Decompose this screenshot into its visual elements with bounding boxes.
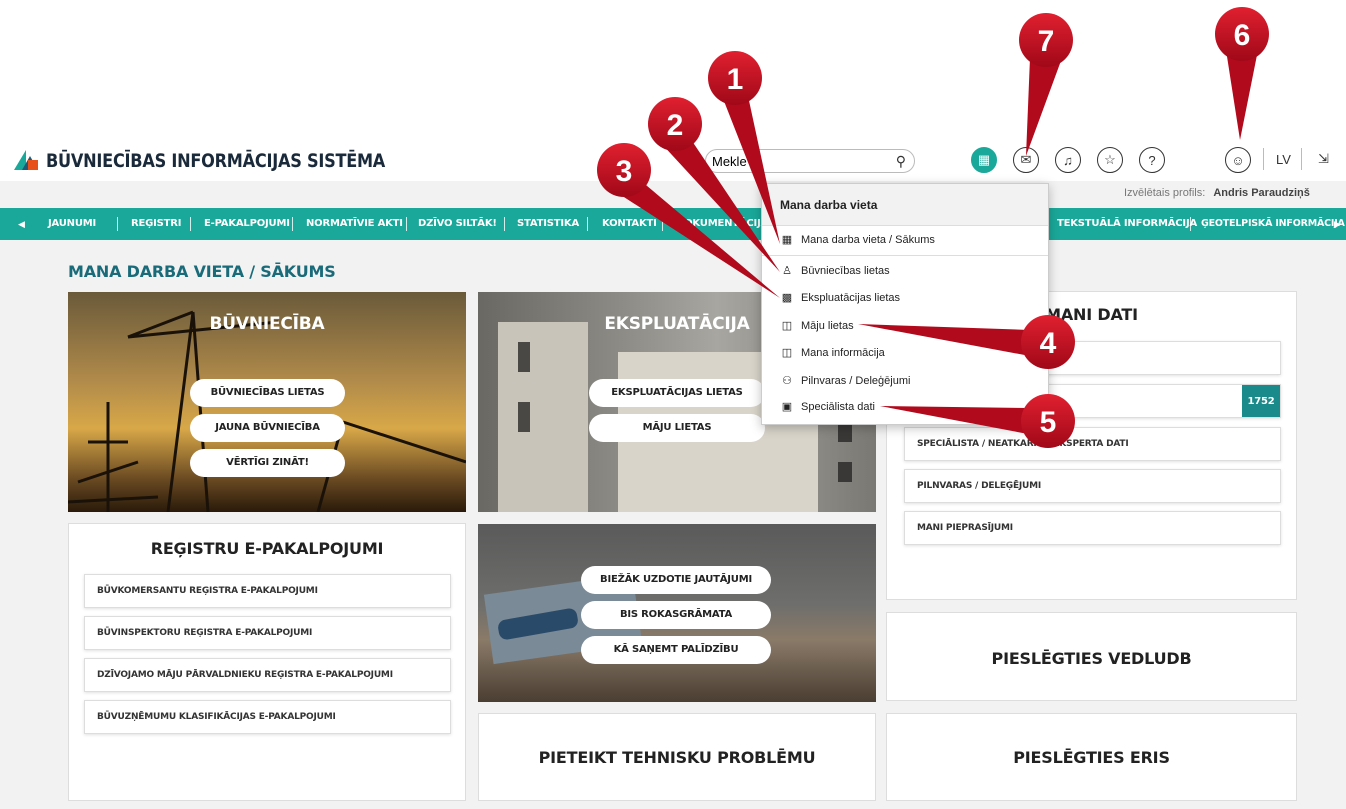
logo-text: BŪVNIECĪBAS INFORMĀCIJAS SISTĒMA [46, 150, 386, 172]
nav-item-geotelpiska-informacija[interactable]: ĢEOTELPISKĀ INFORMĀCIJA [1201, 208, 1345, 240]
mani-pieprasijumi-item[interactable]: MANI PIEPRASĪJUMI [904, 511, 1281, 545]
buvnieciba-card: BŪVNIECĪBA BŪVNIECĪBAS LIETAS JAUNA BŪVN… [68, 292, 466, 512]
folder-icon: ◫ [781, 347, 793, 359]
dropdown-item-pilnvaras[interactable]: ⚇ Pilnvaras / Deleģējumi [780, 374, 910, 388]
dropdown-title: Mana darba vieta [762, 184, 1048, 226]
registri-title: REĢISTRU E-PAKALPOJUMI [150, 539, 384, 558]
nav-right-arrow-icon[interactable]: ▶ [1334, 208, 1341, 240]
favorites-star-icon[interactable]: ☆ [1097, 147, 1123, 173]
vedludb-card[interactable]: PIESLĒGTIES VEDLUDB [886, 612, 1297, 701]
search-input[interactable] [706, 150, 876, 172]
logo-mark-icon [14, 150, 38, 172]
buvnieciba-title: BŪVNIECĪBA [209, 314, 325, 334]
logo[interactable]: BŪVNIECĪBAS INFORMĀCIJAS SISTĒMA [14, 150, 445, 172]
house-icon: ◫ [781, 320, 793, 332]
nav-item-registri[interactable]: REĢISTRI [131, 208, 182, 240]
nav-item-jaunumi[interactable]: JAUNUMI [48, 208, 96, 240]
nav-item-kontakti[interactable]: KONTAKTI [602, 208, 657, 240]
nav-item-dzivo-siltak[interactable]: DZĪVO SILTĀK! [418, 208, 497, 240]
count-badge: 1752 [1242, 385, 1280, 417]
ekspluatacijas-lietas-button[interactable]: EKSPLUATĀCIJAS LIETAS [589, 379, 765, 407]
nav-item-dokumentacija[interactable]: DOKUMENTĀCIJA [676, 208, 768, 240]
user-profile-icon[interactable]: ☺ [1225, 147, 1251, 173]
jauna-buvnieciba-button[interactable]: JAUNA BŪVNIECĪBA [190, 414, 345, 442]
divider [1263, 148, 1264, 170]
main-nav: ◀ JAUNUMI REĢISTRI E-PAKALPOJUMI NORMATĪ… [0, 208, 1346, 240]
dropdown-item-maju-lietas[interactable]: ◫ Māju lietas [780, 319, 854, 333]
pilnvaras-item[interactable]: PILNVARAS / DELEĢĒJUMI [904, 469, 1281, 503]
buvinspektoru-registrs-item[interactable]: BŪVINSPEKTORU REĢISTRA E-PAKALPOJUMI [84, 616, 451, 650]
profile-name[interactable]: Andris Paraudziņš [1213, 187, 1310, 199]
vedludb-title: PIESLĒGTIES VEDLUDB [991, 649, 1192, 668]
search-box[interactable]: ⚲ [705, 149, 915, 173]
building-icon: ▩ [781, 292, 793, 304]
language-switch[interactable]: LV [1276, 152, 1291, 167]
maju-lietas-button[interactable]: MĀJU LIETAS [589, 414, 765, 442]
dropdown-item-mana-informacija[interactable]: ◫ Mana informācija [780, 346, 885, 360]
notifications-bell-icon[interactable]: ♫ [1055, 147, 1081, 173]
people-icon: ⚇ [782, 375, 792, 387]
grid-icon: ▦ [781, 234, 793, 246]
tehniska-problema-card[interactable]: PIETEIKT TEHNISKU PROBLĒMU [478, 713, 876, 801]
tehniska-problema-title: PIETEIKT TEHNISKU PROBLĒMU [538, 748, 816, 767]
help-icon[interactable]: ? [1139, 147, 1165, 173]
eris-card[interactable]: PIESLĒGTIES ERIS [886, 713, 1297, 801]
dropdown-item-sakums[interactable]: ▦ Mana darba vieta / Sākums [780, 233, 935, 247]
worker-icon: ♙ [782, 265, 792, 277]
ka-sanemt-palidzibu-button[interactable]: KĀ SAŅEMT PALĪDZĪBU [581, 636, 771, 664]
page-title: MANA DARBA VIETA / SĀKUMS [68, 262, 336, 281]
maju-parvaldnieku-registrs-item[interactable]: DZĪVOJAMO MĀJU PĀRVALDNIEKU REĢISTRA E-P… [84, 658, 451, 692]
briefcase-icon: ▣ [781, 401, 793, 413]
nav-item-statistika[interactable]: STATISTIKA [517, 208, 579, 240]
bis-rokasgramata-button[interactable]: BIS ROKASGRĀMATA [581, 601, 771, 629]
registri-card: REĢISTRU E-PAKALPOJUMI BŪVKOMERSANTU REĢ… [68, 523, 466, 801]
help-card: BIEŽĀK UZDOTIE JAUTĀJUMI BIS ROKASGRĀMAT… [478, 524, 876, 702]
selected-profile: Izvēlētais profils: Andris Paraudziņš [1124, 187, 1310, 199]
workspace-dropdown: Mana darba vieta ▦ Mana darba vieta / Sāk… [761, 183, 1049, 425]
collapse-icon[interactable]: ⇲ [1318, 151, 1329, 167]
search-icon[interactable]: ⚲ [896, 153, 906, 170]
vertigi-zinat-button[interactable]: VĒRTĪGI ZINĀT! [190, 449, 345, 477]
messages-icon[interactable]: ✉ [1013, 147, 1039, 173]
buvniecibas-lietas-button[interactable]: BŪVNIECĪBAS LIETAS [190, 379, 345, 407]
nav-item-normativie-akti[interactable]: NORMATĪVIE AKTI [306, 208, 403, 240]
divider [1301, 148, 1302, 170]
dropdown-item-specialista-dati[interactable]: ▣ Speciālista dati [780, 400, 875, 414]
eris-title: PIESLĒGTIES ERIS [1013, 748, 1170, 767]
buvuznemumu-klasifikacija-item[interactable]: BŪVUZŅĒMUMU KLASIFIKĀCIJAS E-PAKALPOJUMI [84, 700, 451, 734]
dropdown-item-ekspluatacijas-lietas[interactable]: ▩ Ekspluatācijas lietas [780, 291, 900, 305]
specialista-dati-item[interactable]: SPECIĀLISTA / NEATKARĪGĀ EKSPERTA DATI [904, 427, 1281, 461]
dropdown-item-buvniecibas-lietas[interactable]: ♙ Būvniecības lietas [780, 264, 890, 278]
buvkomersantu-registrs-item[interactable]: BŪVKOMERSANTU REĢISTRA E-PAKALPOJUMI [84, 574, 451, 608]
nav-left-arrow-icon[interactable]: ◀ [18, 208, 25, 240]
profile-label: Izvēlētais profils: [1124, 187, 1206, 199]
biezak-uzdotie-jautajumi-button[interactable]: BIEŽĀK UZDOTIE JAUTĀJUMI [581, 566, 771, 594]
nav-item-tekstuala-informacija[interactable]: TEKSTUĀLĀ INFORMĀCIJA [1057, 208, 1197, 240]
workspace-grid-icon[interactable]: ▦ [971, 147, 997, 173]
nav-item-e-pakalpojumi[interactable]: E-PAKALPOJUMI [204, 208, 290, 240]
